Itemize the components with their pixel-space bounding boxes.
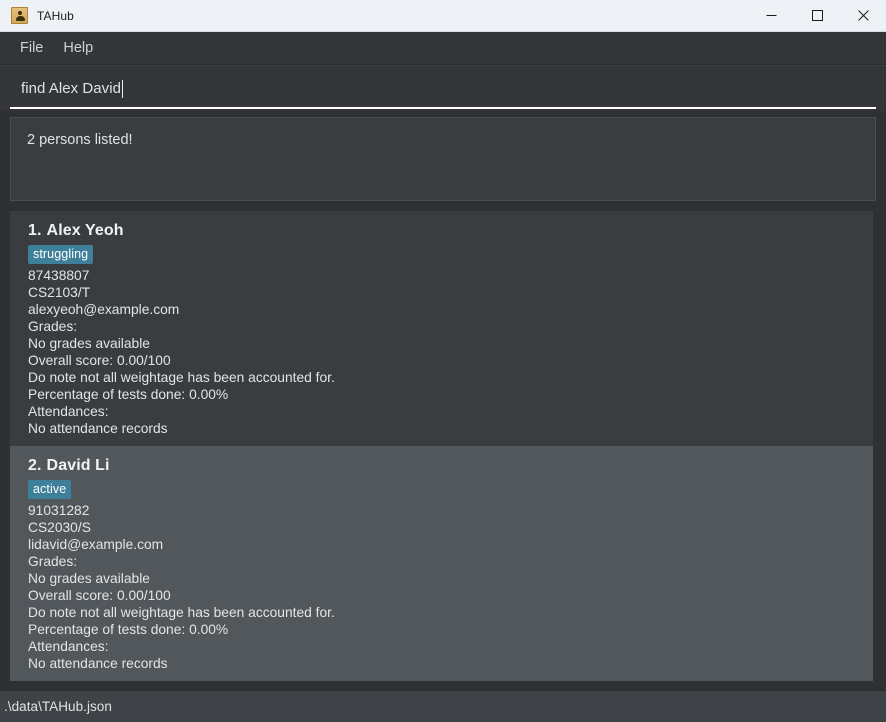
minimize-button[interactable] bbox=[748, 0, 794, 32]
title-bar: TAHub bbox=[0, 0, 886, 32]
text-caret bbox=[121, 79, 123, 98]
status-badge: active bbox=[28, 480, 72, 499]
person-attendances-value: No attendance records bbox=[28, 421, 168, 436]
result-text: 2 persons listed! bbox=[27, 132, 133, 148]
person-weightage-note: Do note not all weightage has been accou… bbox=[28, 605, 335, 620]
person-name: David Li bbox=[46, 457, 110, 474]
person-overall-score: Overall score: 0.00/100 bbox=[28, 588, 171, 603]
person-tag-row: active bbox=[28, 480, 859, 499]
person-list-panel[interactable]: 1. Alex Yeoh struggling 87438807 CS2103/T… bbox=[0, 208, 886, 690]
person-module: CS2030/S bbox=[28, 520, 91, 535]
person-email: alexyeoh@example.com bbox=[28, 302, 180, 317]
application-window: TAHub File Help find Alex David 2 person… bbox=[0, 0, 886, 722]
person-name-row: 1. Alex Yeoh bbox=[28, 222, 859, 240]
status-badge: struggling bbox=[28, 245, 94, 264]
person-name: Alex Yeoh bbox=[46, 222, 124, 239]
person-tests-done: Percentage of tests done: 0.00% bbox=[28, 387, 229, 402]
result-display-area: 2 persons listed! bbox=[0, 111, 886, 208]
person-index: 1. bbox=[28, 222, 42, 239]
person-email: lidavid@example.com bbox=[28, 537, 164, 552]
person-module: CS2103/T bbox=[28, 285, 91, 300]
menu-item-help[interactable]: Help bbox=[53, 37, 103, 59]
window-controls bbox=[748, 0, 886, 32]
person-tests-done: Percentage of tests done: 0.00% bbox=[28, 622, 229, 637]
person-tag-row: struggling bbox=[28, 245, 859, 264]
status-bar: .\data\TAHub.json bbox=[0, 690, 886, 722]
person-attendances-label: Attendances: bbox=[28, 639, 109, 654]
command-input[interactable]: find Alex David bbox=[21, 80, 121, 97]
maximize-button[interactable] bbox=[794, 0, 840, 32]
person-grades-value: No grades available bbox=[28, 571, 150, 586]
window-title: TAHub bbox=[37, 8, 74, 23]
person-index: 2. bbox=[28, 457, 42, 474]
person-card-icon bbox=[11, 7, 28, 24]
minimize-icon bbox=[766, 15, 776, 16]
command-box[interactable]: find Alex David bbox=[0, 65, 886, 111]
person-phone: 91031282 bbox=[28, 503, 90, 518]
person-attendances-value: No attendance records bbox=[28, 656, 168, 671]
person-name-row: 2. David Li bbox=[28, 457, 859, 475]
person-card[interactable]: 2. David Li active 91031282 CS2030/S lida… bbox=[10, 446, 873, 681]
command-input-wrapper[interactable]: find Alex David bbox=[21, 79, 123, 98]
command-underline bbox=[10, 107, 876, 109]
title-bar-left: TAHub bbox=[0, 7, 748, 24]
person-phone: 87438807 bbox=[28, 268, 90, 283]
result-display-box: 2 persons listed! bbox=[10, 117, 876, 201]
person-grades-value: No grades available bbox=[28, 336, 150, 351]
person-card[interactable]: 1. Alex Yeoh struggling 87438807 CS2103/T… bbox=[10, 211, 873, 446]
menu-item-file[interactable]: File bbox=[10, 37, 53, 59]
person-attendances-label: Attendances: bbox=[28, 404, 109, 419]
person-grades-label: Grades: bbox=[28, 319, 78, 334]
close-icon bbox=[857, 10, 869, 21]
maximize-icon bbox=[811, 10, 823, 21]
person-grades-label: Grades: bbox=[28, 554, 78, 569]
menu-bar: File Help bbox=[0, 32, 886, 65]
save-location-status: .\data\TAHub.json bbox=[4, 699, 112, 714]
person-weightage-note: Do note not all weightage has been accou… bbox=[28, 370, 335, 385]
person-overall-score: Overall score: 0.00/100 bbox=[28, 353, 171, 368]
close-button[interactable] bbox=[840, 0, 886, 32]
